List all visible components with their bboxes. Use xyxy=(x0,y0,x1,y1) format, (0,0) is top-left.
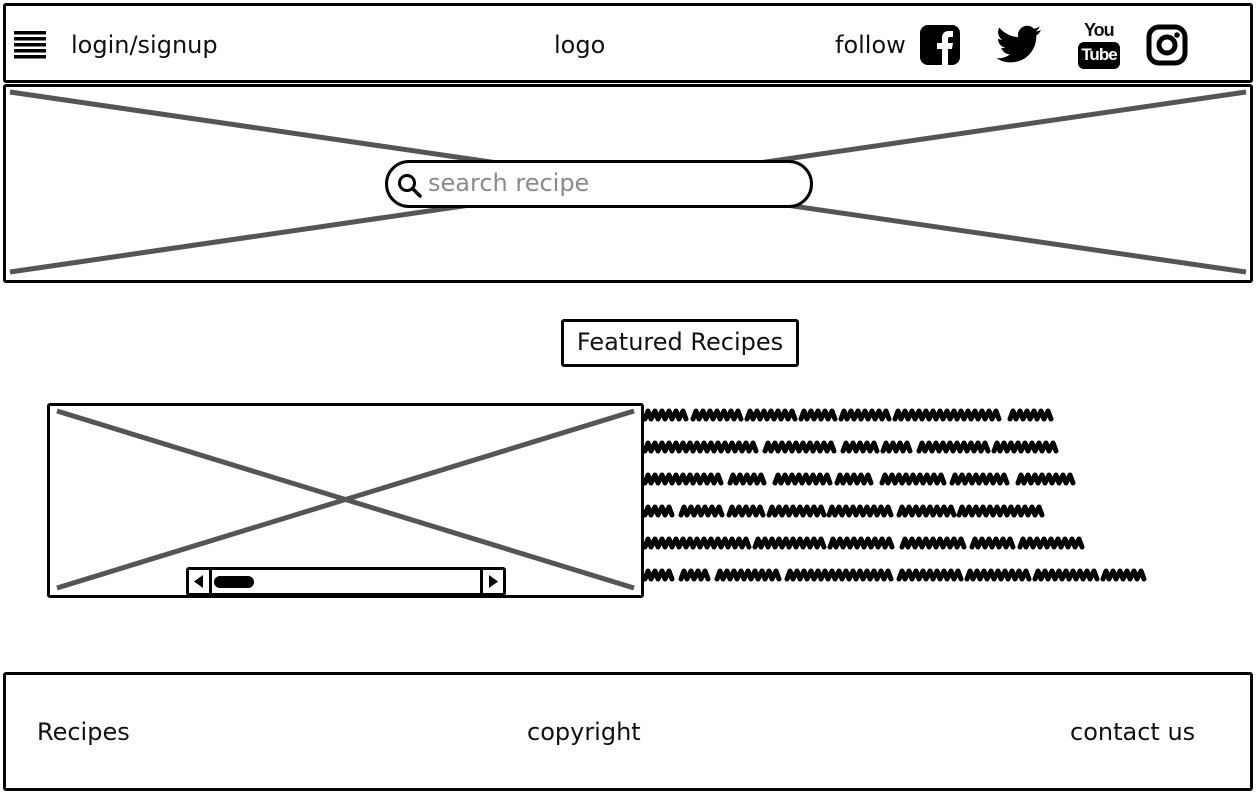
scribble-word xyxy=(1017,536,1085,550)
scribble-word xyxy=(642,408,689,422)
instagram-icon[interactable] xyxy=(1146,24,1188,66)
scribble-word xyxy=(879,472,947,486)
menu-icon[interactable] xyxy=(14,31,46,59)
scribble-word xyxy=(892,408,1002,422)
scribble-word xyxy=(642,568,675,582)
scribble-word xyxy=(1015,472,1076,486)
scroll-right-arrow-icon[interactable] xyxy=(480,570,503,593)
scribble-word xyxy=(642,504,675,518)
facebook-icon[interactable] xyxy=(919,24,961,66)
scribble-word xyxy=(690,408,744,422)
scribble-word xyxy=(766,504,827,518)
scribble-word xyxy=(798,408,838,422)
scribble-word xyxy=(1007,408,1054,422)
scribble-word xyxy=(784,568,894,582)
scribble-word xyxy=(1032,568,1100,582)
scribble-word xyxy=(1100,568,1147,582)
logo[interactable]: logo xyxy=(554,30,605,60)
scribble-word xyxy=(838,408,892,422)
footer-contact-link[interactable]: contact us xyxy=(1070,717,1195,747)
scribble-word xyxy=(726,504,766,518)
search-icon xyxy=(396,172,424,200)
scribble-word xyxy=(826,504,894,518)
scribble-word xyxy=(899,536,967,550)
scribble-word xyxy=(727,472,767,486)
scroll-left-arrow-icon[interactable] xyxy=(189,570,212,593)
login-signup-link[interactable]: login/signup xyxy=(71,30,218,60)
scribble-word xyxy=(896,568,964,582)
featured-recipes-heading: Featured Recipes xyxy=(576,328,784,356)
scribble-word xyxy=(991,440,1059,454)
scribble-word xyxy=(949,472,1010,486)
footer-recipes-link[interactable]: Recipes xyxy=(37,717,130,747)
scribble-word xyxy=(916,440,991,454)
scribble-word xyxy=(678,568,711,582)
follow-label: follow xyxy=(835,31,906,59)
scrollbar-thumb[interactable] xyxy=(214,576,254,588)
scribble-word xyxy=(827,536,895,550)
scribble-word xyxy=(834,472,874,486)
scribble-word xyxy=(762,440,837,454)
search-input[interactable]: search recipe xyxy=(385,160,813,208)
scribble-word xyxy=(752,536,827,550)
scribble-word xyxy=(840,440,880,454)
scribble-word xyxy=(678,504,725,518)
twitter-icon[interactable] xyxy=(996,24,1042,66)
footer-copyright: copyright xyxy=(527,718,641,746)
scribble-word xyxy=(772,472,833,486)
scribble-word xyxy=(880,440,913,454)
scribble-word xyxy=(642,536,752,550)
youtube-icon[interactable]: You Tube xyxy=(1078,20,1122,71)
scribble-word xyxy=(642,440,759,454)
scribble-word xyxy=(969,536,1016,550)
search-placeholder: search recipe xyxy=(428,169,590,197)
scribble-word xyxy=(964,568,1032,582)
scribble-word xyxy=(744,408,798,422)
featured-description-scribble xyxy=(642,408,1147,582)
carousel-scrollbar[interactable] xyxy=(186,567,506,596)
scribble-word xyxy=(642,472,724,486)
scribble-word xyxy=(896,504,957,518)
scribble-word xyxy=(714,568,782,582)
scribble-word xyxy=(956,504,1045,518)
